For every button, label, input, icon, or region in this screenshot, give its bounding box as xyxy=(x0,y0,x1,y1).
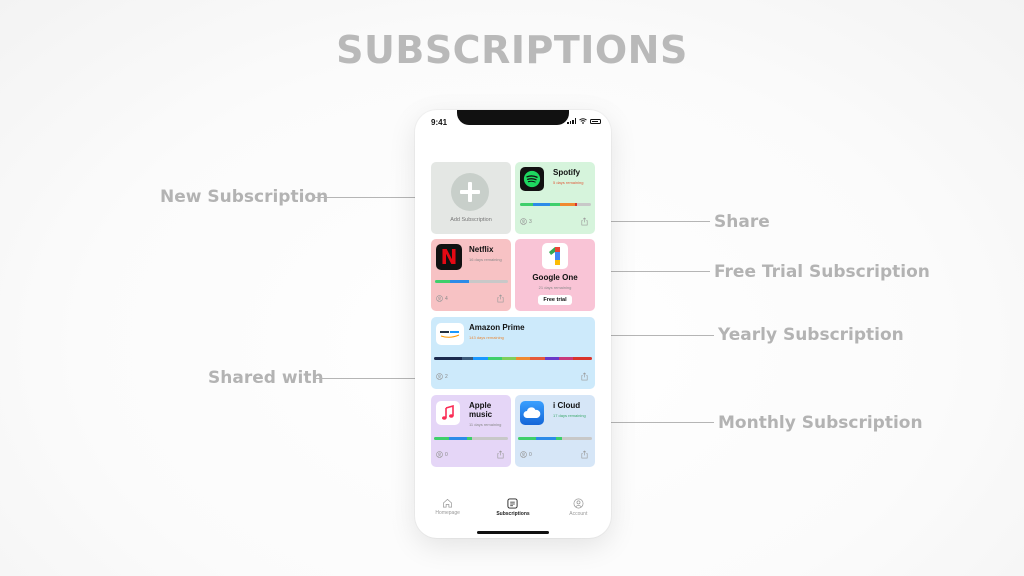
subscription-remaining: 5 days remaining xyxy=(553,180,584,185)
subscription-card-google-one[interactable]: Google One 21 days remaining Free trial xyxy=(515,239,595,311)
nav-label: Homepage xyxy=(435,510,460,516)
share-icon[interactable] xyxy=(580,217,589,226)
progress-bar xyxy=(518,437,592,440)
callout-free-trial: Free Trial Subscription xyxy=(714,262,930,282)
shared-count: 0 xyxy=(529,451,532,458)
netflix-logo: N xyxy=(436,244,462,270)
shared-with-count: 2 xyxy=(436,373,448,380)
subscription-name: Spotify xyxy=(553,168,581,177)
plus-icon xyxy=(451,173,489,211)
signal-icon xyxy=(567,118,576,124)
subscription-remaining: 21 days remaining xyxy=(538,285,572,290)
shared-with-count: 3 xyxy=(520,218,532,225)
battery-icon xyxy=(590,118,601,124)
google-one-logo xyxy=(542,243,568,269)
subscriptions-icon xyxy=(507,498,519,509)
subscription-card-amazon-prime[interactable]: Amazon Prime 143 days remaining 2 xyxy=(431,317,595,389)
shared-count: 4 xyxy=(445,295,448,302)
subscription-name: Netflix xyxy=(469,245,494,254)
netflix-icon: N xyxy=(440,245,458,269)
subscription-name: Apple music xyxy=(469,401,493,419)
users-icon xyxy=(520,451,527,458)
phone-frame: 9:41 Add Subscription Spotify 5 days rem… xyxy=(415,110,611,538)
music-note-icon xyxy=(442,405,454,420)
nav-subscriptions[interactable]: Subscriptions xyxy=(483,498,543,517)
page-title: SUBSCRIPTIONS xyxy=(336,28,688,72)
phone-notch xyxy=(457,110,569,125)
nav-label: Account xyxy=(569,511,588,517)
icloud-logo xyxy=(520,401,544,425)
subscription-remaining: 17 days remaining xyxy=(553,413,586,418)
amazon-logo xyxy=(436,323,464,345)
shared-count: 2 xyxy=(445,373,448,380)
progress-bar xyxy=(520,203,591,206)
subscription-name: Amazon Prime xyxy=(469,323,525,332)
subscription-remaining: 143 days remaining xyxy=(469,335,504,340)
shared-count: 0 xyxy=(445,451,448,458)
shared-with-count: 0 xyxy=(520,451,532,458)
shared-with-count: 4 xyxy=(436,295,448,302)
subscription-name: Google One xyxy=(532,273,578,282)
apple-music-logo xyxy=(436,401,460,425)
home-icon xyxy=(443,498,453,508)
subscription-card-netflix[interactable]: N Netflix 16 days remaining 4 xyxy=(431,239,511,311)
subscription-name: i Cloud xyxy=(553,401,581,410)
callout-monthly: Monthly Subscription xyxy=(718,413,923,433)
spotify-logo xyxy=(520,167,544,191)
share-icon[interactable] xyxy=(496,294,505,303)
callout-line-yearly xyxy=(596,335,714,336)
subscription-remaining: 11 days remaining xyxy=(469,422,502,427)
users-icon xyxy=(436,373,443,380)
share-icon[interactable] xyxy=(580,372,589,381)
add-subscription-label: Add Subscription xyxy=(450,217,492,223)
google-one-icon xyxy=(549,247,560,265)
share-icon[interactable] xyxy=(580,450,589,459)
callout-yearly: Yearly Subscription xyxy=(718,325,904,345)
home-indicator xyxy=(477,531,549,534)
shared-count: 3 xyxy=(529,218,532,225)
account-icon xyxy=(573,498,584,509)
nav-label: Subscriptions xyxy=(496,511,530,517)
cloud-icon xyxy=(523,407,541,418)
free-trial-badge: Free trial xyxy=(538,295,572,305)
callout-new-subscription: New Subscription xyxy=(160,187,329,207)
amazon-icon xyxy=(440,331,460,338)
subscription-card-apple-music[interactable]: Apple music 11 days remaining 0 xyxy=(431,395,511,467)
callout-share: Share xyxy=(714,212,770,232)
spotify-icon xyxy=(523,170,541,188)
users-icon xyxy=(520,218,527,225)
progress-bar xyxy=(434,357,592,360)
subscription-card-spotify[interactable]: Spotify 5 days remaining 3 xyxy=(515,162,595,234)
status-time: 9:41 xyxy=(431,118,448,127)
add-subscription-tile[interactable]: Add Subscription xyxy=(431,162,511,234)
wifi-icon xyxy=(579,118,587,124)
progress-bar xyxy=(434,437,508,440)
users-icon xyxy=(436,295,443,302)
users-icon xyxy=(436,451,443,458)
nav-account[interactable]: Account xyxy=(548,498,608,517)
subscription-remaining: 16 days remaining xyxy=(469,257,502,262)
progress-bar xyxy=(435,280,508,283)
nav-homepage[interactable]: Homepage xyxy=(418,498,478,516)
callout-shared-with: Shared with xyxy=(208,368,324,388)
subscription-card-icloud[interactable]: i Cloud 17 days remaining 0 xyxy=(515,395,595,467)
share-icon[interactable] xyxy=(496,450,505,459)
callout-line-monthly xyxy=(596,422,714,423)
status-icons xyxy=(567,118,601,124)
shared-with-count: 0 xyxy=(436,451,448,458)
